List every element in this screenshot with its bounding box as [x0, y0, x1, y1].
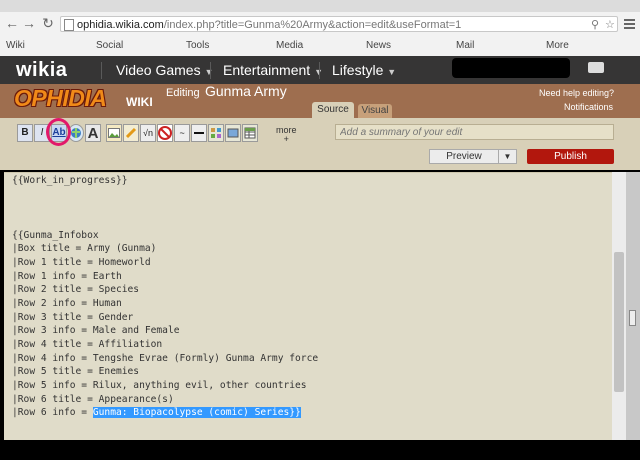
text-line: |Row 4 title = Affiliation — [12, 339, 163, 350]
text-line: {{Work_in_progress}} — [12, 175, 128, 186]
reload-icon[interactable]: ↻ — [40, 15, 56, 31]
wiki-wordmark-sub: WIKI — [126, 95, 153, 109]
selected-text: Gunma: Biopacolypse (comic) Series}} — [92, 407, 301, 418]
tab-strip — [0, 0, 640, 12]
more-tools-button[interactable]: more + — [276, 126, 297, 144]
plus-icon: + — [283, 134, 289, 144]
nav-divider — [210, 62, 211, 79]
page-title: Gunma Army — [205, 83, 287, 99]
text-line: |Row 5 info = Rilux, anything evil, othe… — [12, 380, 307, 391]
chat-bubble-icon[interactable] — [588, 62, 604, 73]
nav-lifestyle[interactable]: Lifestyle ▼ — [332, 62, 396, 78]
redacted-user-area — [452, 58, 570, 78]
url-host: ophidia.wikia.com — [77, 19, 164, 31]
nav-video-games[interactable]: Video Games ▼ — [116, 62, 213, 78]
gallery-icon[interactable] — [208, 124, 224, 142]
nav-lifestyle-label: Lifestyle — [332, 62, 384, 78]
text-line: |Row 6 info = Gunma: Biopacolypse (comic… — [12, 407, 301, 418]
text-line: |Row 2 info = Human — [12, 298, 122, 309]
back-arrow-icon[interactable]: ← — [4, 15, 20, 31]
text-line: {{Gunma_Infobox — [12, 230, 99, 241]
page-icon — [64, 19, 74, 31]
need-help-link[interactable]: Need help editing? — [539, 88, 614, 98]
bookmarks-bar: Wiki Social Tools Media News Mail More — [0, 36, 640, 57]
table-icon[interactable] — [242, 124, 258, 142]
source-textarea[interactable]: {{Work_in_progress}} {{Gunma_Infobox |Bo… — [4, 172, 612, 441]
chevron-down-icon: ▼ — [387, 67, 397, 77]
search-icon[interactable]: ⚲ — [591, 17, 599, 33]
bookmark-item[interactable]: Tools — [186, 40, 209, 51]
browser-chrome: ← → ↻ ophidia.wikia.com/index.php?title=… — [0, 0, 640, 57]
bookmark-item[interactable]: Media — [276, 40, 303, 51]
nav-entertainment-label: Entertainment — [223, 62, 311, 78]
bookmark-item[interactable]: Social — [96, 40, 123, 51]
wiki-wordmark[interactable]: OPHIDIA — [14, 85, 107, 112]
notifications-link[interactable]: Notifications — [564, 102, 613, 112]
math-icon[interactable]: √n — [140, 124, 156, 142]
text-line: |Row 5 title = Enemies — [12, 366, 140, 377]
star-icon[interactable]: ☆ — [605, 17, 615, 33]
resize-handle[interactable] — [629, 310, 636, 326]
bold-button[interactable]: B — [17, 124, 33, 142]
text-line: |Row 6 title = Appearance(s) — [12, 394, 174, 405]
text-line-prefix: |Row 6 info = — [12, 407, 93, 418]
tab-source[interactable]: Source — [312, 102, 354, 118]
editing-label: Editing — [166, 87, 200, 99]
nav-video-games-label: Video Games — [116, 62, 201, 78]
bookmark-item[interactable]: News — [366, 40, 391, 51]
preview-button[interactable]: Preview — [429, 149, 499, 164]
nav-entertainment[interactable]: Entertainment ▼ — [223, 62, 323, 78]
wikia-logo[interactable]: wikia — [16, 59, 67, 82]
text-line: |Row 3 info = Male and Female — [12, 325, 180, 336]
media-icon[interactable] — [123, 124, 139, 142]
slideshow-icon[interactable] — [225, 124, 241, 142]
image-icon[interactable] — [106, 124, 122, 142]
headline-button[interactable]: A — [85, 124, 101, 142]
vertical-scrollbar[interactable] — [612, 172, 626, 440]
text-line: |Row 2 title = Species — [12, 284, 140, 295]
edit-summary-input[interactable] — [335, 124, 614, 140]
text-line: |Box title = Army (Gunma) — [12, 243, 157, 254]
text-line: |Row 1 title = Homeworld — [12, 257, 151, 268]
bottom-letterbox — [0, 440, 640, 460]
nav-divider — [319, 62, 320, 79]
nav-divider — [101, 62, 102, 79]
scrollbar-thumb[interactable] — [614, 252, 624, 392]
nowiki-icon[interactable] — [157, 124, 173, 142]
chevron-down-icon: ▼ — [204, 67, 214, 77]
address-bar[interactable]: ophidia.wikia.com/index.php?title=Gunma%… — [60, 16, 618, 32]
publish-button[interactable]: Publish — [527, 149, 614, 164]
tab-visual[interactable]: Visual — [358, 104, 392, 118]
window-edge — [626, 172, 640, 440]
text-line: |Row 1 info = Earth — [12, 271, 122, 282]
navigation-row: ← → ↻ ophidia.wikia.com/index.php?title=… — [0, 12, 640, 36]
signature-icon[interactable]: ~ — [174, 124, 190, 142]
forward-arrow-icon[interactable]: → — [21, 15, 37, 31]
url-path: /index.php?title=Gunma%20Army&action=edi… — [163, 19, 462, 31]
horizontal-line-icon[interactable] — [191, 124, 207, 142]
menu-icon[interactable] — [624, 19, 635, 31]
bookmark-item[interactable]: Mail — [456, 40, 474, 51]
bookmark-item[interactable]: Wiki — [6, 40, 25, 51]
text-line: |Row 4 info = Tengshe Evrae (Formly) Gun… — [12, 353, 319, 364]
bookmark-item[interactable]: More — [546, 40, 569, 51]
text-line: |Row 3 title = Gender — [12, 312, 134, 323]
highlight-circle-annotation — [46, 118, 71, 146]
chevron-down-icon[interactable]: ▼ — [499, 149, 517, 164]
